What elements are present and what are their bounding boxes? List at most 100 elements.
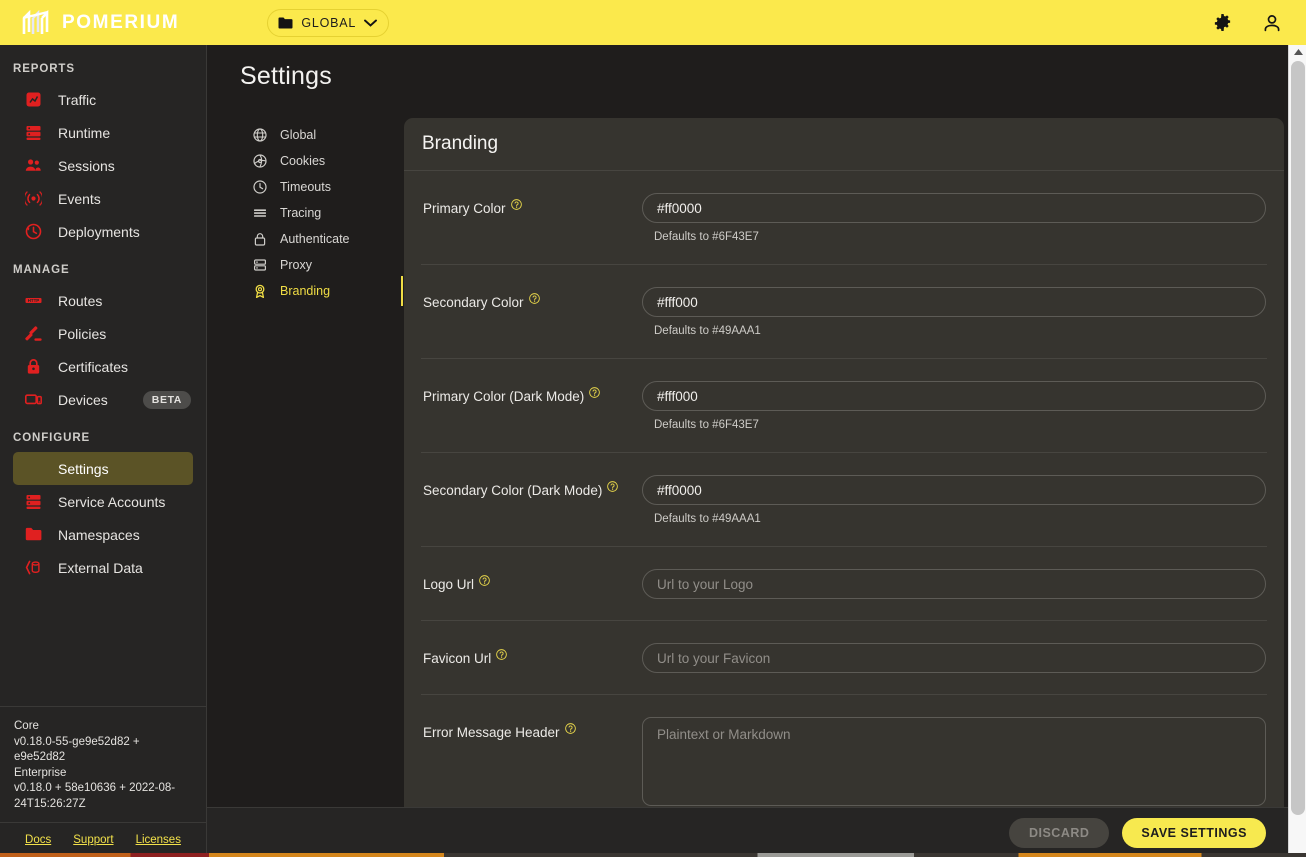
ribbon-award-icon bbox=[253, 284, 267, 298]
subnav-item-proxy[interactable]: Proxy bbox=[240, 252, 403, 278]
device-icon bbox=[25, 391, 42, 408]
gear-icon bbox=[25, 460, 42, 477]
sidebar-item-certificates[interactable]: Certificates bbox=[13, 350, 193, 383]
sidebar-item-policies[interactable]: Policies bbox=[13, 317, 193, 350]
sidebar-item-sessions[interactable]: Sessions bbox=[13, 149, 193, 182]
sidebar-section-title: REPORTS bbox=[0, 63, 206, 83]
sidebar-item-label: Traffic bbox=[58, 92, 96, 108]
sidebar-item-namespaces[interactable]: Namespaces bbox=[13, 518, 193, 551]
form-control-cell: Defaults to #6F43E7 bbox=[642, 381, 1267, 431]
sidebar-item-settings[interactable]: Settings bbox=[13, 452, 193, 485]
error-message-header-textarea[interactable] bbox=[642, 717, 1266, 806]
core-label: Core bbox=[14, 719, 192, 735]
help-circle-icon[interactable] bbox=[565, 723, 576, 734]
history-clock-icon bbox=[25, 223, 42, 240]
secondary-color-dark-mode-input[interactable] bbox=[642, 475, 1266, 505]
user-icon[interactable] bbox=[1262, 13, 1282, 33]
subnav-item-global[interactable]: Global bbox=[240, 122, 403, 148]
sidebar-item-deployments[interactable]: Deployments bbox=[13, 215, 193, 248]
server-icon bbox=[25, 124, 42, 141]
form-label: Primary Color (Dark Mode) bbox=[423, 389, 600, 404]
discard-button[interactable]: DISCARD bbox=[1009, 818, 1109, 848]
sidebar-item-devices[interactable]: DevicesBETA bbox=[13, 383, 193, 416]
help-circle-icon[interactable] bbox=[529, 292, 540, 307]
scroll-up-arrow-icon[interactable] bbox=[1289, 45, 1306, 59]
primary-color-input[interactable] bbox=[642, 193, 1266, 223]
help-circle-icon[interactable] bbox=[496, 649, 507, 660]
help-circle-icon[interactable] bbox=[511, 198, 522, 213]
help-circle-icon[interactable] bbox=[589, 386, 600, 401]
logo-url-input[interactable] bbox=[642, 569, 1266, 599]
gavel-icon bbox=[25, 325, 42, 342]
form-label-text: Secondary Color bbox=[423, 295, 524, 310]
form-row: Primary Color (Dark Mode) Defaults to #6F… bbox=[421, 359, 1267, 453]
tracing-lines-icon bbox=[253, 206, 267, 220]
sidebar-item-traffic[interactable]: Traffic bbox=[13, 83, 193, 116]
page-scrollbar[interactable] bbox=[1288, 45, 1306, 857]
external-data-icon bbox=[25, 559, 42, 576]
sidebar-item-label: Runtime bbox=[58, 125, 110, 141]
primary-color-dark-mode-input[interactable] bbox=[642, 381, 1266, 411]
lock-icon bbox=[25, 358, 42, 375]
form-label-text: Secondary Color (Dark Mode) bbox=[423, 483, 602, 498]
sidebar-item-service-accounts[interactable]: Service Accounts bbox=[13, 485, 193, 518]
form-label-cell: Secondary Color (Dark Mode) bbox=[421, 475, 642, 500]
form-label-cell: Error Message Header bbox=[421, 717, 642, 742]
help-circle-icon[interactable] bbox=[607, 481, 618, 492]
help-circle-icon[interactable] bbox=[511, 199, 522, 210]
subnav-item-branding[interactable]: Branding bbox=[240, 278, 403, 304]
form-control-cell: Defaults to #49AAA1 bbox=[642, 287, 1267, 337]
help-circle-icon[interactable] bbox=[479, 574, 490, 589]
sidebar-item-runtime[interactable]: Runtime bbox=[13, 116, 193, 149]
scrollbar-thumb[interactable] bbox=[1291, 61, 1305, 815]
footer-link-licenses[interactable]: Licenses bbox=[136, 834, 181, 846]
save-settings-button[interactable]: SAVE SETTINGS bbox=[1122, 818, 1266, 848]
subnav-item-label: Tracing bbox=[280, 206, 321, 220]
form-label: Favicon Url bbox=[423, 651, 507, 666]
gear-icon[interactable] bbox=[1213, 13, 1232, 32]
active-indicator bbox=[401, 276, 403, 306]
sidebar-item-routes[interactable]: HTTPRoutes bbox=[13, 284, 193, 317]
cookie-icon bbox=[253, 154, 267, 168]
sidebar-section-title: CONFIGURE bbox=[0, 416, 206, 452]
sidebar-item-label: Deployments bbox=[58, 224, 140, 240]
secondary-color-input[interactable] bbox=[642, 287, 1266, 317]
help-circle-icon[interactable] bbox=[607, 480, 618, 495]
gear-icon bbox=[25, 460, 42, 477]
form-helper-text: Defaults to #49AAA1 bbox=[642, 317, 1267, 337]
subnav-item-timeouts[interactable]: Timeouts bbox=[240, 174, 403, 200]
help-circle-icon[interactable] bbox=[589, 387, 600, 398]
clock-icon bbox=[253, 180, 267, 194]
branding-card: Branding Primary ColorDefaults to #6F43E… bbox=[404, 118, 1284, 852]
footer-link-docs[interactable]: Docs bbox=[25, 834, 51, 846]
sidebar-item-label: Certificates bbox=[58, 359, 128, 375]
form-control-cell bbox=[642, 643, 1267, 673]
subnav-item-authenticate[interactable]: Authenticate bbox=[240, 226, 403, 252]
brand-logo[interactable]: POMERIUM bbox=[22, 10, 179, 36]
help-circle-icon[interactable] bbox=[479, 575, 490, 586]
subnav-item-cookies[interactable]: Cookies bbox=[240, 148, 403, 174]
sidebar-item-events[interactable]: Events bbox=[13, 182, 193, 215]
sidebar: REPORTS Traffic Runtime SessionsEvents Deplo… bbox=[0, 45, 207, 857]
http-route-icon: HTTP bbox=[25, 292, 42, 309]
help-circle-icon[interactable] bbox=[496, 648, 507, 663]
subnav-item-label: Global bbox=[280, 128, 316, 142]
form-control-cell bbox=[642, 569, 1267, 599]
favicon-url-input[interactable] bbox=[642, 643, 1266, 673]
namespace-selector[interactable]: GLOBAL bbox=[267, 9, 389, 37]
form-label-cell: Primary Color (Dark Mode) bbox=[421, 381, 642, 406]
footer-link-support[interactable]: Support bbox=[73, 834, 113, 846]
form-label-text: Favicon Url bbox=[423, 651, 491, 666]
subnav-item-tracing[interactable]: Tracing bbox=[240, 200, 403, 226]
sidebar-item-external-data[interactable]: External Data bbox=[13, 551, 193, 584]
form-label-cell: Favicon Url bbox=[421, 643, 642, 668]
lock-icon bbox=[253, 232, 267, 246]
main-content: Settings GlobalCookiesTimeoutsTracingAut… bbox=[207, 45, 1288, 857]
pomerium-logo-icon bbox=[22, 10, 52, 36]
form-label: Secondary Color (Dark Mode) bbox=[423, 483, 618, 498]
sidebar-footer-links: Docs Support Licenses bbox=[0, 822, 206, 857]
help-circle-icon[interactable] bbox=[565, 722, 576, 737]
help-circle-icon[interactable] bbox=[529, 293, 540, 304]
ribbon-award-icon bbox=[253, 284, 267, 298]
history-clock-icon bbox=[25, 223, 42, 240]
